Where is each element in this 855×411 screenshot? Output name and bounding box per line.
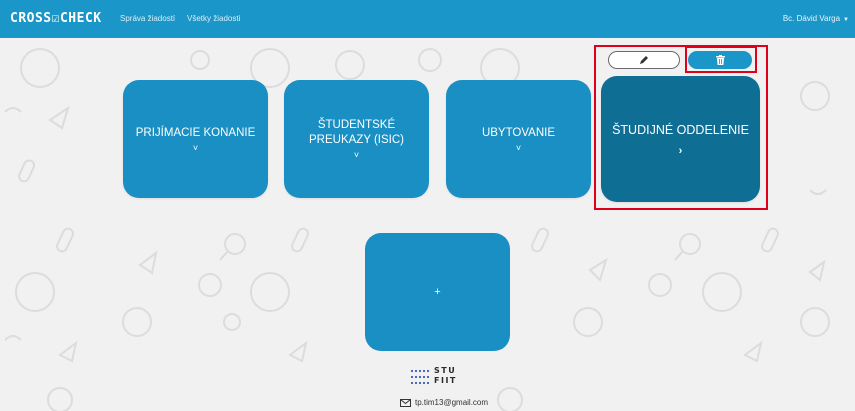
envelope-icon — [400, 398, 411, 407]
nav-link-all-requests[interactable]: Všetky žiadosti — [187, 14, 240, 23]
stu-fiit-logo: STU FIIT — [434, 367, 457, 385]
edit-button[interactable] — [608, 51, 680, 69]
delete-button[interactable] — [688, 51, 752, 69]
add-category-tile[interactable]: + — [365, 233, 510, 351]
footer-email-link[interactable]: tp.tim13@gmail.com — [415, 398, 488, 407]
tile-label: UBYTOVANIE — [481, 126, 556, 139]
chevron-down-icon: ˅ — [353, 150, 360, 160]
logo-line-stu: STU — [434, 366, 457, 375]
user-menu[interactable]: Bc. Dávid Varga ▼ — [783, 14, 849, 23]
tile-admissions[interactable]: PRIJÍMACIE KONANIE ˅ — [123, 80, 268, 198]
tile-accommodation[interactable]: UBYTOVANIE ˅ — [446, 80, 591, 198]
logo-line-fiit: FIIT — [434, 376, 457, 385]
tile-label: ŠTUDENTSKÉ PREUKAZY (ISIC) — [309, 119, 404, 146]
plus-icon: + — [434, 286, 441, 298]
pencil-icon — [640, 56, 648, 64]
chevron-down-icon: ˅ — [515, 142, 522, 153]
top-navbar: CROSS☑CHECK Správa žiadostí Všetky žiado… — [0, 0, 855, 38]
stu-fiit-logo-dots — [410, 369, 430, 385]
tile-label: PRIJÍMACIE KONANIE — [135, 126, 256, 139]
user-name: Bc. Dávid Varga — [782, 14, 841, 23]
trash-icon — [715, 55, 725, 65]
chevron-down-icon: ˅ — [192, 142, 199, 153]
tile-student-cards[interactable]: ŠTUDENTSKÉ PREUKAZY (ISIC) ˅ — [284, 80, 429, 198]
chevron-down-icon: ▼ — [843, 17, 849, 23]
footer-contact[interactable]: tp.tim13@gmail.com — [400, 398, 488, 407]
nav-link-request-management[interactable]: Správa žiadostí — [120, 14, 175, 23]
brand-logo[interactable]: CROSS☑CHECK — [10, 11, 102, 26]
